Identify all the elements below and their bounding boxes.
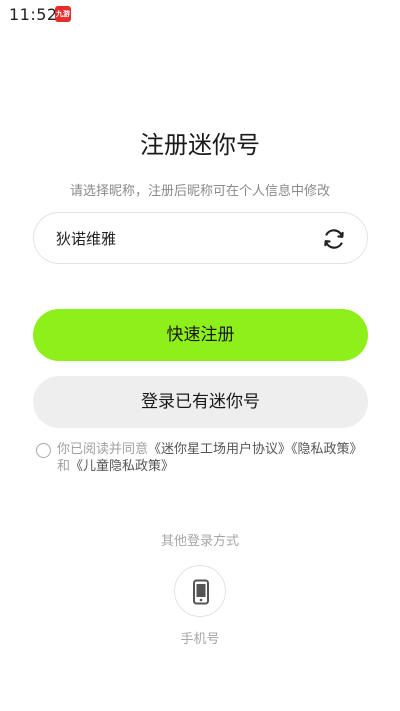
phone-login-label: 手机号 [180, 632, 220, 647]
page-title: 注册迷你号 [140, 131, 260, 159]
child-privacy-link[interactable]: 《儿童隐私政策》 [70, 459, 174, 474]
other-login-label: 其他登录方式 [160, 534, 239, 549]
privacy-policy-link[interactable]: 《隐私政策》 [291, 442, 363, 457]
app-notification-icon: 九游 [55, 6, 71, 22]
phone-login-button[interactable] [174, 565, 226, 617]
nickname-value: 狄诺维雅 [56, 230, 117, 248]
page-subtitle: 请选择昵称，注册后昵称可在个人信息中修改 [69, 184, 330, 199]
status-time: 11:52 [9, 5, 58, 24]
login-existing-button[interactable]: 登录已有迷你号 [33, 376, 368, 428]
agreement-checkbox[interactable] [36, 443, 51, 458]
nickname-field[interactable]: 狄诺维雅 [33, 212, 368, 264]
status-bar: 11:52 九游 [0, 0, 400, 28]
agreement-and: 和 [57, 459, 71, 474]
agreement-text: 你已阅读并同意《迷你星工场用户协议》《隐私政策》和《儿童隐私政策》 [57, 441, 367, 475]
agreement-prefix: 你已阅读并同意 [57, 442, 149, 457]
phone-icon [193, 579, 209, 605]
refresh-icon[interactable] [321, 226, 347, 252]
user-agreement-link[interactable]: 《迷你星工场用户协议》 [148, 442, 291, 457]
quick-register-button[interactable]: 快速注册 [33, 309, 368, 361]
